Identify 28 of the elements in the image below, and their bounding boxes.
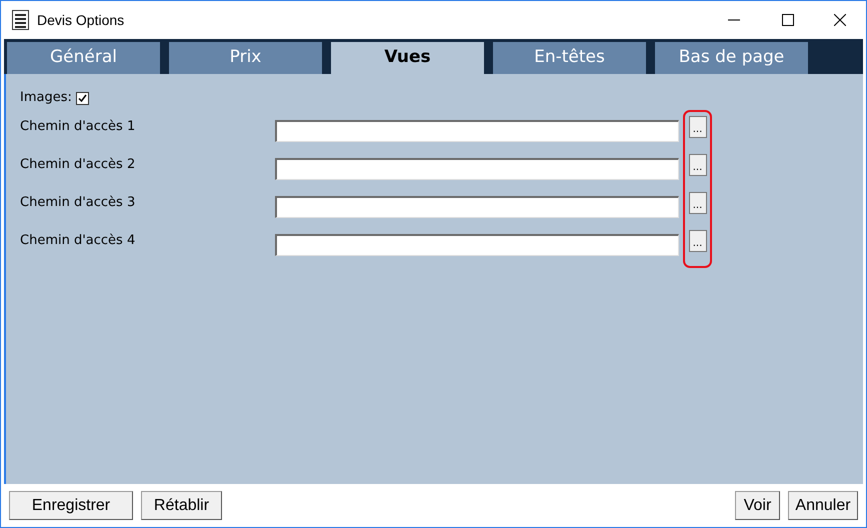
path-field[interactable]: [275, 234, 679, 256]
maximize-icon: [782, 14, 794, 26]
path-label: Chemin d'accès 1: [20, 118, 136, 136]
window-title: Devis Options: [37, 10, 124, 30]
browse-button[interactable]: ...: [688, 230, 706, 252]
images-label: Images:: [20, 89, 72, 108]
action-button[interactable]: Rétablir: [141, 491, 222, 520]
path-field[interactable]: [275, 120, 679, 142]
tab[interactable]: En-têtes: [493, 42, 646, 74]
action-button[interactable]: Annuler: [788, 491, 858, 520]
path-field[interactable]: [275, 158, 679, 180]
document-icon: [12, 10, 29, 30]
tab[interactable]: Vues: [331, 42, 484, 74]
browse-button[interactable]: ...: [688, 192, 706, 214]
path-label: Chemin d'accès 2: [20, 156, 136, 174]
path-field[interactable]: [275, 196, 679, 218]
close-icon: [834, 14, 846, 26]
tab[interactable]: Bas de page: [655, 42, 808, 74]
browse-button[interactable]: ...: [688, 116, 706, 138]
tab[interactable]: Prix: [169, 42, 322, 74]
images-checkbox[interactable]: [76, 92, 89, 104]
action-button[interactable]: Voir: [735, 491, 780, 520]
action-button[interactable]: Enregistrer: [9, 491, 133, 520]
minimize-icon: [728, 19, 740, 21]
tab[interactable]: Général: [7, 42, 160, 74]
path-label: Chemin d'accès 3: [20, 194, 136, 212]
path-label: Chemin d'accès 4: [20, 232, 136, 250]
browse-button[interactable]: ...: [688, 154, 706, 176]
